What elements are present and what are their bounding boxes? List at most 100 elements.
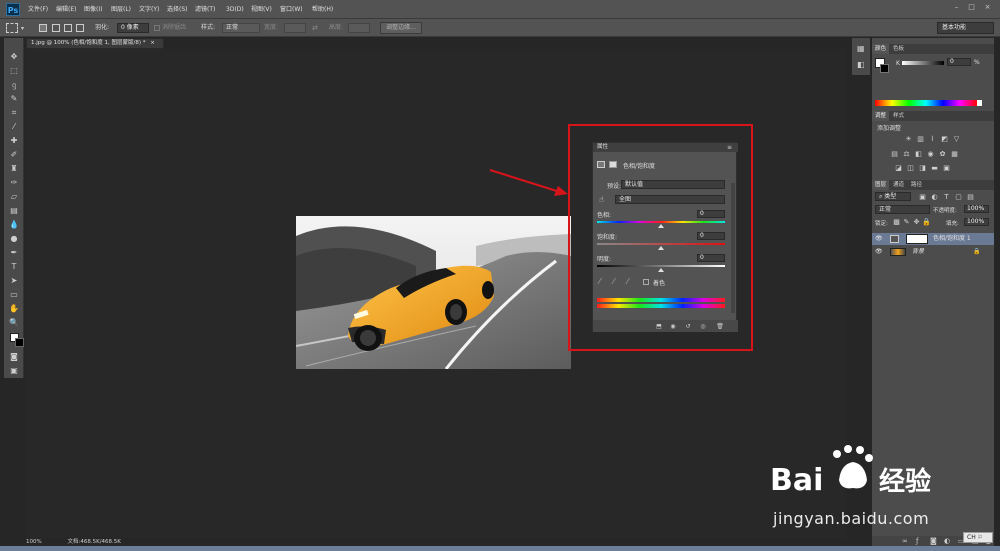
chevron-down-icon[interactable]: ▾ (21, 25, 24, 32)
new-selection-icon[interactable] (39, 24, 47, 32)
close-tab-icon[interactable]: × (150, 40, 155, 46)
hue-sat-icon[interactable]: ▤ (890, 150, 899, 158)
posterize-icon[interactable]: ◫ (906, 164, 915, 172)
threshold-icon[interactable]: ◨ (918, 164, 927, 172)
menu-window[interactable]: 窗口(W) (280, 4, 303, 15)
layer-row[interactable]: 👁 背景 🔒 (872, 246, 994, 258)
tab-paths[interactable]: 路径 (908, 180, 925, 190)
type-tool-icon[interactable]: T (8, 262, 20, 272)
brightness-icon[interactable]: ☀ (904, 135, 913, 143)
pen-tool-icon[interactable]: ✒ (8, 248, 20, 258)
zoom-level[interactable]: 100% (26, 539, 42, 545)
k-value[interactable]: 0 (947, 58, 971, 66)
marquee-tool-icon[interactable]: ⬚ (8, 66, 20, 76)
levels-icon[interactable]: ▥ (916, 135, 925, 143)
antialias-checkbox[interactable] (154, 25, 160, 31)
hand-tool-icon[interactable]: ✋ (8, 304, 20, 314)
feather-input[interactable]: 0 像素 (117, 23, 149, 33)
maximize-button[interactable]: □ (967, 3, 976, 12)
style-select[interactable]: 正常 (222, 23, 260, 33)
channel-mixer-icon[interactable]: ✿ (938, 150, 947, 158)
invert-icon[interactable]: ◪ (894, 164, 903, 172)
dodge-tool-icon[interactable]: ● (8, 234, 20, 244)
swap-icon[interactable]: ⇄ (312, 23, 318, 33)
color-spectrum-bar[interactable] (875, 100, 977, 106)
layer-row[interactable]: 👁 色相/饱和度 1 (872, 233, 994, 245)
history-brush-icon[interactable]: ✑ (8, 178, 20, 188)
selective-color-icon[interactable]: ▣ (942, 164, 951, 172)
crop-tool-icon[interactable]: ⌗ (8, 108, 20, 118)
move-tool-icon[interactable]: ✥ (8, 52, 20, 62)
menu-select[interactable]: 选择(S) (167, 4, 188, 15)
ime-indicator[interactable]: CH ⚐ (963, 532, 993, 543)
opacity-value[interactable]: 100% (964, 205, 989, 213)
filter-type-icon[interactable]: T (942, 193, 951, 201)
menu-type[interactable]: 文字(Y) (139, 4, 159, 15)
color-lookup-icon[interactable]: ▦ (950, 150, 959, 158)
lasso-tool-icon[interactable]: ᦋ (8, 80, 20, 90)
document-tab[interactable]: 1.jpg @ 100% (色相/饱和度 1, 图层蒙版/8) * × (26, 38, 164, 49)
filter-pixel-icon[interactable]: ▣ (918, 193, 927, 201)
add-mask-icon[interactable]: ◙ (930, 537, 937, 545)
gradient-tool-icon[interactable]: ▤ (8, 206, 20, 216)
photo-filter-icon[interactable]: ◉ (926, 150, 935, 158)
layer-mask-thumb[interactable] (906, 234, 928, 244)
quick-mask-icon[interactable]: ◙ (8, 352, 20, 362)
eraser-tool-icon[interactable]: ▱ (8, 192, 20, 202)
tab-channels[interactable]: 通道 (890, 180, 907, 190)
eye-icon[interactable]: 👁 (875, 246, 883, 258)
menu-filter[interactable]: 滤镜(T) (195, 4, 215, 15)
eyedropper-tool-icon[interactable]: ⁄ (8, 122, 20, 132)
subtract-selection-icon[interactable] (64, 24, 72, 32)
menu-edit[interactable]: 编辑(E) (56, 4, 76, 15)
brush-tool-icon[interactable]: ✐ (8, 150, 20, 160)
menu-layer[interactable]: 图层(L) (111, 4, 131, 15)
path-select-icon[interactable]: ➤ (8, 276, 20, 286)
marquee-tool-preset-icon[interactable] (6, 23, 18, 33)
black-white-icon[interactable]: ◧ (914, 150, 923, 158)
white-swatch[interactable] (977, 100, 982, 106)
intersect-selection-icon[interactable] (76, 24, 84, 32)
new-fill-layer-icon[interactable]: ◐ (944, 537, 950, 545)
menu-file[interactable]: 文件(F) (28, 4, 48, 15)
link-layers-icon[interactable]: ∞ (902, 537, 908, 545)
history-icon[interactable]: ▦ (857, 44, 865, 53)
blend-mode-select[interactable]: 正常 (875, 205, 930, 214)
width-input[interactable] (284, 23, 306, 33)
fill-value[interactable]: 100% (964, 218, 989, 226)
screen-mode-icon[interactable]: ▣ (8, 366, 20, 376)
k-slider-track[interactable] (902, 61, 944, 65)
healing-brush-icon[interactable]: ✚ (8, 136, 20, 146)
filter-adjust-icon[interactable]: ◐ (930, 193, 939, 201)
filter-smart-icon[interactable]: ▤ (966, 193, 975, 201)
menu-3d[interactable]: 3D(D) (226, 4, 244, 15)
vibrance-icon[interactable]: ▽ (952, 135, 961, 143)
menu-image[interactable]: 图像(I) (84, 4, 102, 15)
refine-edge-button[interactable]: 调整边缘... (380, 22, 422, 34)
close-button[interactable]: × (983, 3, 992, 12)
menu-view[interactable]: 视图(V) (251, 4, 272, 15)
layer-kind-filter[interactable]: ⌕ 类型 (875, 192, 911, 201)
blur-tool-icon[interactable]: 💧 (8, 220, 20, 230)
lock-position-icon[interactable]: ✥ (912, 218, 921, 226)
document-image[interactable] (296, 216, 571, 369)
gradient-map-icon[interactable]: ▬ (930, 164, 939, 172)
exposure-icon[interactable]: ◩ (940, 135, 949, 143)
background-color-swatch[interactable] (15, 338, 24, 347)
lock-all-icon[interactable]: 🔒 (922, 218, 931, 226)
lock-pixels-icon[interactable]: ✎ (902, 218, 911, 226)
workspace-select[interactable]: 基本功能 (937, 22, 994, 34)
fx-icon[interactable]: ƒ (916, 537, 918, 545)
curves-icon[interactable]: ⌇ (928, 135, 937, 143)
ime-help-icon[interactable]: ⚐ (978, 534, 983, 541)
color-bg-swatch[interactable] (880, 64, 889, 73)
eye-icon[interactable]: 👁 (875, 233, 883, 245)
filter-shape-icon[interactable]: ▢ (954, 193, 963, 201)
tab-styles[interactable]: 样式 (890, 111, 907, 121)
tab-color[interactable]: 颜色 (872, 44, 890, 54)
quick-select-tool-icon[interactable]: ✎ (8, 94, 20, 104)
height-input[interactable] (348, 23, 370, 33)
tab-layers[interactable]: 图层 (872, 180, 890, 190)
minimize-button[interactable]: – (952, 3, 961, 12)
lock-transparent-icon[interactable]: ▩ (892, 218, 901, 226)
